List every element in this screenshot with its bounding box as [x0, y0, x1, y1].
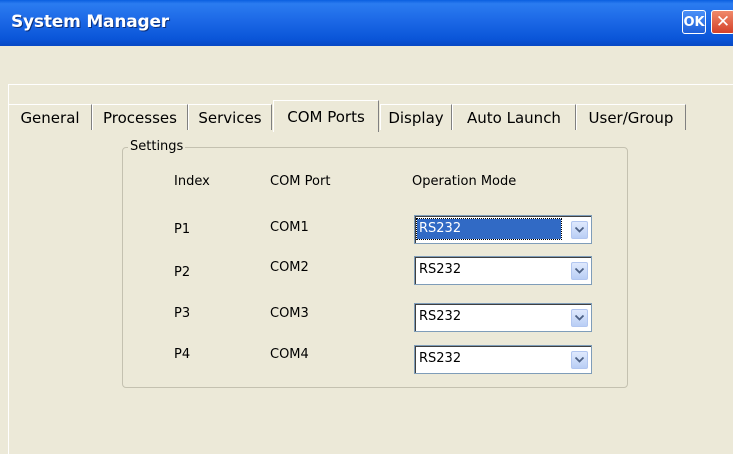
chevron-down-icon[interactable] — [571, 351, 588, 369]
window-title: System Manager — [11, 12, 169, 32]
row-1-mode-value: RS232 — [416, 218, 562, 240]
title-bar: System Manager OK ✕ — [0, 0, 733, 46]
com-port-header: COM Port — [270, 174, 331, 189]
chevron-down-icon[interactable] — [571, 309, 588, 327]
row-3-mode-select[interactable]: RS232 — [414, 303, 592, 332]
row-2-mode-select[interactable]: RS232 — [414, 256, 592, 285]
tab-com-ports[interactable]: COM Ports — [273, 100, 379, 132]
row-2-com-port: COM2 — [270, 260, 309, 275]
ok-button[interactable]: OK — [682, 10, 706, 34]
row-1-com-port: COM1 — [270, 220, 309, 235]
row-1-mode-select[interactable]: RS232 — [414, 215, 592, 244]
row-3-com-port: COM3 — [270, 306, 309, 321]
operation-mode-header: Operation Mode — [412, 174, 517, 189]
row-4-mode-value: RS232 — [419, 351, 462, 366]
index-header: Index — [174, 174, 210, 189]
tab-strip: General Processes Services COM Ports Dis… — [0, 46, 733, 132]
close-button[interactable]: ✕ — [711, 10, 733, 34]
chevron-down-icon[interactable] — [571, 262, 588, 280]
row-4-mode-select[interactable]: RS232 — [414, 345, 592, 374]
row-2-mode-value: RS232 — [419, 262, 462, 277]
row-1-index: P1 — [174, 222, 191, 237]
row-4-com-port: COM4 — [270, 347, 309, 362]
row-2-index: P2 — [174, 265, 191, 280]
chevron-down-icon[interactable] — [571, 221, 588, 239]
settings-group-title: Settings — [128, 139, 186, 154]
row-4-index: P4 — [174, 347, 191, 362]
row-3-mode-value: RS232 — [419, 309, 462, 324]
row-3-index: P3 — [174, 306, 191, 321]
